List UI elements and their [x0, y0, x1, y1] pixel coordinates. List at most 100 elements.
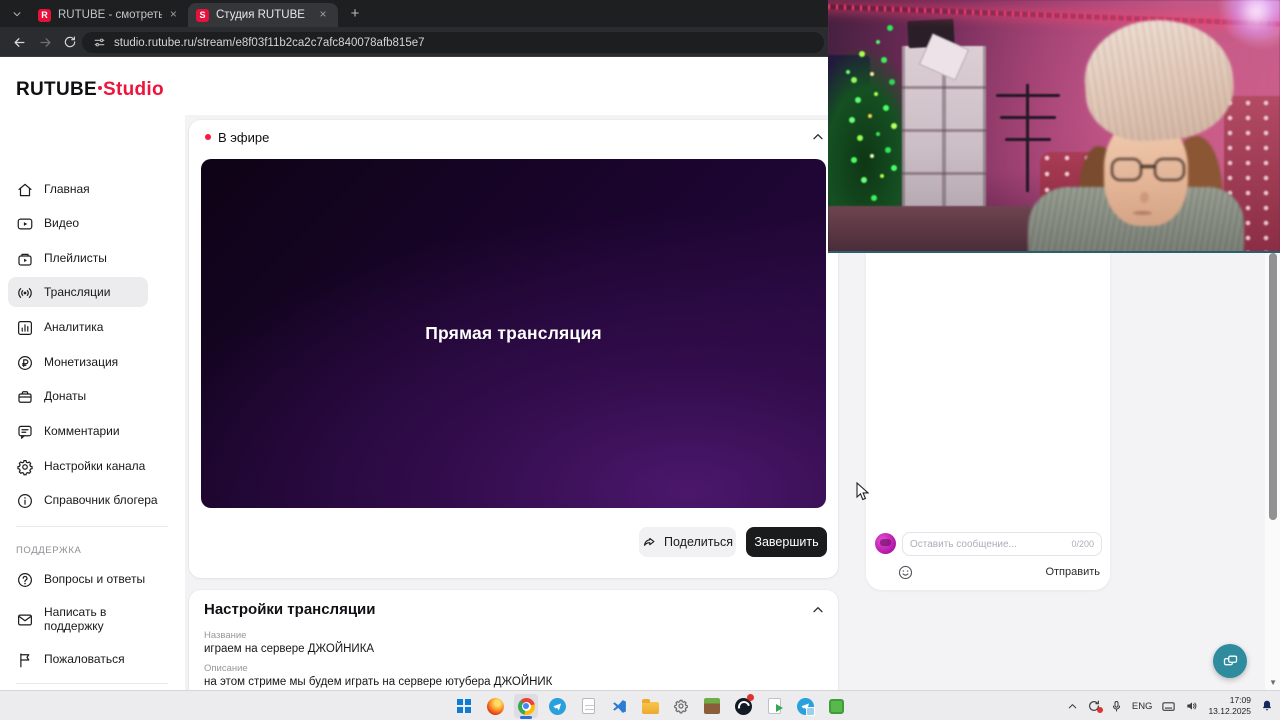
sidebar-item-label: Комментарии — [44, 424, 120, 439]
vscode-icon — [612, 699, 626, 713]
gear-icon — [16, 458, 34, 476]
rutube-studio-logo[interactable]: RUTUBE Studio — [16, 79, 164, 101]
minecraft-button[interactable] — [700, 694, 724, 718]
description-value: на этом стриме мы будем играть на сервер… — [204, 676, 553, 688]
telegram-button[interactable] — [545, 694, 569, 718]
chevron-down-icon — [13, 11, 21, 16]
touch-keyboard-icon[interactable] — [1161, 699, 1176, 714]
back-button[interactable] — [10, 33, 28, 51]
chrome-button[interactable] — [514, 694, 538, 719]
document-button[interactable] — [762, 694, 786, 718]
video-icon — [16, 215, 34, 233]
start-button[interactable] — [452, 694, 476, 718]
green-app-button[interactable] — [824, 694, 848, 718]
tab-search-button[interactable] — [7, 5, 27, 22]
sidebar-divider — [16, 526, 168, 527]
forward-button[interactable] — [36, 33, 54, 51]
sidebar-item-faq[interactable]: Вопросы и ответы — [0, 566, 185, 594]
stream-settings-card: Настройки трансляции Название играем на … — [189, 590, 838, 690]
sidebar-item-label: Вопросы и ответы — [44, 572, 146, 587]
webcam-video-overlay[interactable] — [828, 0, 1280, 253]
scrollbar-down-arrow[interactable]: ▼ — [1269, 678, 1277, 687]
chrome-icon — [517, 697, 535, 715]
folder-icon — [641, 698, 659, 714]
sidebar-item-label: Видео — [44, 216, 80, 231]
microphone-icon[interactable] — [1110, 700, 1123, 713]
firefox-button[interactable] — [483, 694, 507, 718]
logo-dot — [97, 86, 102, 90]
sidebar-item-label: Аналитика — [44, 320, 104, 335]
chat-input-row: 0/200 — [866, 532, 1110, 558]
sidebar-item-broadcasts[interactable]: Трансляции — [0, 279, 185, 307]
sidebar-item-label: Донаты — [44, 389, 87, 404]
close-tab-icon[interactable]: × — [316, 8, 330, 22]
finish-button[interactable]: Завершить — [746, 527, 827, 557]
rutube-favicon: R — [38, 8, 51, 22]
sidebar-item-home[interactable]: Главная — [0, 176, 185, 204]
nose — [1140, 192, 1149, 203]
reload-button[interactable] — [61, 33, 79, 51]
settings-button[interactable] — [669, 694, 693, 718]
mail-icon — [16, 611, 34, 629]
new-tab-button[interactable]: + — [346, 5, 364, 23]
sidebar-divider — [16, 683, 168, 684]
settings-title: Настройки трансляции — [204, 601, 376, 618]
sidebar-item-video[interactable]: Видео — [0, 210, 185, 238]
live-broadcast-card: В эфире Прямая трансляция Поделиться Зав… — [189, 120, 838, 578]
scrollbar-thumb[interactable] — [1269, 253, 1277, 520]
clock[interactable]: 17:09 13.12.2025 — [1208, 695, 1251, 716]
obs-button[interactable] — [731, 694, 755, 718]
info-icon — [16, 492, 34, 510]
sidebar-item-playlists[interactable]: Плейлисты — [0, 245, 185, 273]
sidebar-item-report[interactable]: Пожаловаться — [0, 646, 185, 674]
mouth — [1133, 211, 1152, 215]
vscode-button[interactable] — [607, 694, 631, 718]
language-indicator[interactable]: ENG — [1132, 701, 1153, 712]
live-player[interactable]: Прямая трансляция — [201, 159, 826, 508]
chat-message-input[interactable] — [910, 538, 1068, 550]
tab-rutube[interactable]: R RUTUBE - смотреть видео он × — [30, 3, 186, 27]
telegram-alt-button[interactable] — [793, 694, 817, 718]
chat-input-pill[interactable]: 0/200 — [902, 532, 1102, 556]
playlist-icon — [16, 250, 34, 268]
collapse-chevron-icon[interactable] — [810, 129, 826, 145]
send-message-button[interactable]: Отправить — [1045, 566, 1100, 578]
sidebar-item-channel-settings[interactable]: Настройки канала — [0, 453, 185, 481]
sidebar-item-donations[interactable]: Донаты — [0, 383, 185, 411]
file-explorer-button[interactable] — [638, 694, 662, 718]
date-text: 13.12.2025 — [1208, 706, 1251, 716]
sidebar-item-write-support[interactable]: Написать в поддержку — [0, 603, 185, 637]
sidebar-item-analytics[interactable]: Аналитика — [0, 314, 185, 342]
broadcast-icon — [16, 284, 34, 302]
sidebar-item-blogger-guide[interactable]: Справочник блогера — [0, 487, 185, 515]
question-icon — [16, 571, 34, 589]
home-icon — [16, 181, 34, 199]
sidebar-item-label: Плейлисты — [44, 251, 107, 266]
close-tab-icon[interactable]: × — [169, 8, 178, 22]
tab-studio-rutube[interactable]: S Студия RUTUBE × — [188, 3, 338, 27]
live-card-header[interactable]: В эфире — [189, 120, 838, 154]
share-icon — [643, 537, 655, 546]
mouse-cursor — [856, 482, 869, 501]
notifications-bell-icon[interactable] — [1260, 699, 1274, 713]
beanie-hat — [1080, 14, 1238, 146]
address-bar[interactable]: studio.rutube.ru/stream/e8f03f11b2ca2c7a… — [82, 32, 824, 53]
share-button[interactable]: Поделиться — [639, 527, 736, 557]
flag-icon — [16, 651, 34, 669]
live-status-dot — [205, 134, 211, 140]
sidebar-item-label: Трансляции — [44, 285, 111, 300]
time-text: 17:09 — [1229, 695, 1251, 706]
recording-indicator[interactable] — [1087, 699, 1103, 713]
hidden-icons-button[interactable] — [1067, 701, 1078, 712]
notepad-button[interactable] — [576, 694, 600, 718]
support-chat-float-button[interactable] — [1213, 644, 1247, 678]
emoji-icon[interactable] — [897, 564, 914, 581]
donations-icon — [16, 388, 34, 406]
collapse-chevron-icon[interactable] — [810, 602, 826, 618]
notification-badge — [747, 694, 754, 701]
sidebar-item-monetization[interactable]: Монетизация — [0, 349, 185, 377]
sidebar-item-comments[interactable]: Комментарии — [0, 418, 185, 446]
speaker-icon[interactable] — [1185, 699, 1199, 713]
streamer-person — [828, 0, 1280, 251]
logo-studio-text: Studio — [102, 79, 164, 100]
